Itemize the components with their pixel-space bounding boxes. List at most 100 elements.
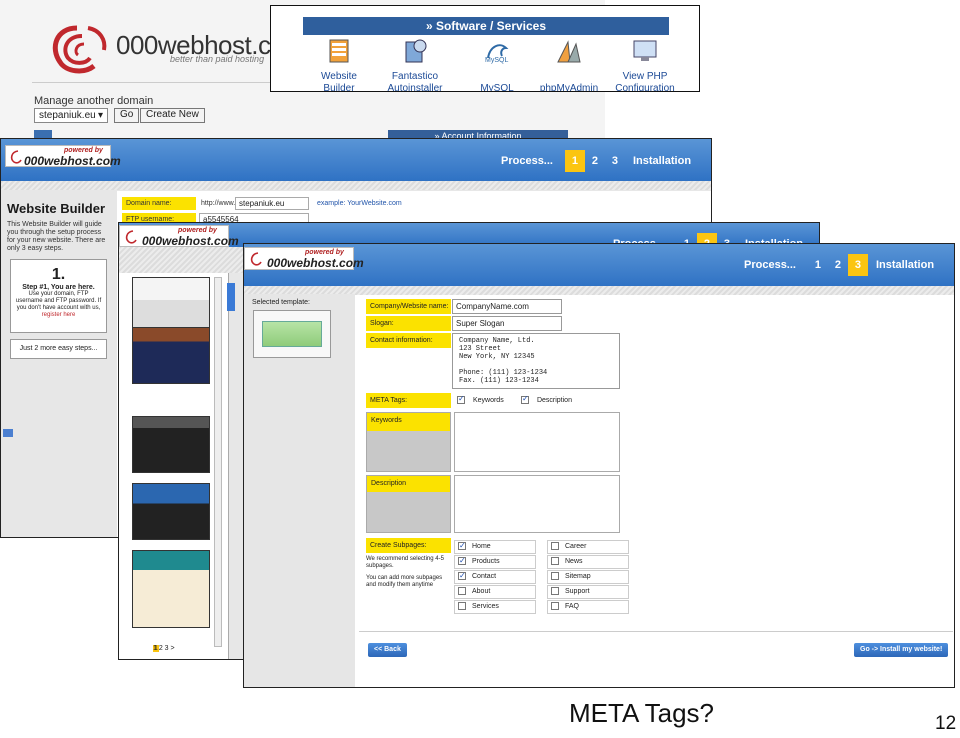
keywords-textarea[interactable] [454,412,620,472]
subpage-checkbox[interactable] [458,570,466,582]
collapse-handle[interactable] [227,283,235,311]
step-2-indicator: 2 [591,155,599,167]
subpage-home[interactable]: Home [454,540,536,554]
domain-prefix: http://www. [201,200,236,207]
company-name-input[interactable]: CompanyName.com [452,299,562,314]
subpage-faq[interactable]: FAQ [547,600,629,614]
php-config-link[interactable]: View PHP Configuration [609,38,681,92]
website-builder-label-1: Website [321,71,357,82]
contact-line: Company Name, Ltd. [459,337,535,345]
mysql-link[interactable]: MySQL MySQL [461,38,533,91]
subpage-label: Support [565,588,590,595]
powered-by-text: powered by [178,227,217,234]
contact-info-label: Contact information: [366,333,451,348]
subpage-contact[interactable]: Contact [454,570,536,584]
domain-name-label: Domain name: [122,197,196,210]
contact-line: Fax. (111) 123-1234 [459,377,539,385]
fantastico-link[interactable]: Fantastico Autoinstaller [379,38,451,92]
template-thumbnail[interactable] [132,327,210,384]
divider [359,631,953,632]
subpage-checkbox[interactable] [458,555,466,567]
subpage-checkbox[interactable] [551,557,559,566]
domain-example: example: YourWebsite.com [317,200,402,207]
mysql-icon: MySQL [485,44,508,64]
domain-select[interactable]: stepaniuk.eu ▾ [34,108,108,123]
slogan-input[interactable]: Super Slogan [452,316,562,331]
create-subpages-label: Create Subpages: [366,538,451,553]
software-services-heading: » Software / Services [303,17,669,35]
subpage-support[interactable]: Support [547,585,629,599]
subpage-checkbox[interactable] [551,602,559,611]
subpage-checkbox[interactable] [551,572,559,581]
template-list-scrollbar[interactable] [214,277,222,647]
meta-keywords-option[interactable]: Keywords [457,394,504,404]
meta-description-option[interactable]: Description [521,394,572,404]
contact-line: 123 Street [459,345,502,353]
meta-keywords-checkbox[interactable] [457,394,465,404]
subpage-checkbox[interactable] [458,602,466,611]
fantastico-label-1: Fantastico [391,71,439,82]
subpage-about[interactable]: About [454,585,536,599]
subpage-career[interactable]: Career [547,540,629,554]
chevron-down-icon: ▾ [97,110,103,121]
step-3-indicator: 3 [847,254,868,276]
meta-description-checkbox[interactable] [521,394,529,404]
builder-title: Website Builder [7,201,106,216]
register-link[interactable]: register here [11,312,106,318]
description-label: Description [367,476,450,492]
description-label-box: Description [366,475,451,533]
process-label: Process... [744,259,796,271]
subpage-label: About [472,588,491,595]
php-config-icon [633,40,657,61]
subpage-checkbox[interactable] [551,542,559,551]
phpmyadmin-icon [557,40,581,63]
subpage-label: FAQ [565,603,580,610]
selected-template-label: Selected template: [252,299,310,306]
template-thumbnail[interactable] [132,550,210,628]
slide-page-number: 12 [935,713,957,734]
step-title: Step #1, You are here. [22,284,95,291]
meta-tags-label: META Tags: [366,393,451,408]
contact-info-textarea[interactable]: Company Name, Ltd. 123 Street New York, … [452,333,620,389]
fantastico-label-2: Autoinstaller [387,83,443,92]
contact-line: New York, NY 12345 [459,353,535,361]
subpages-note-2: You can add more subpages and modify the… [366,575,443,588]
phpmyadmin-link[interactable]: phpMyAdmin [533,38,605,91]
slide-caption: META Tags? [569,698,714,728]
svg-text:MySQL: MySQL [485,57,508,64]
contact-line: Phone: (111) 123-1234 [459,369,548,377]
php-config-label-2: Configuration [615,83,675,92]
subpage-checkbox[interactable] [551,587,559,596]
subpage-label: News [565,558,583,565]
template-thumbnail[interactable] [132,483,210,540]
subpage-services[interactable]: Services [454,600,536,614]
subpages-note-1: We recommend selecting 4-5 subpages. [366,556,444,569]
template-thumbnail[interactable] [132,416,210,473]
back-button[interactable]: << Back [368,643,407,657]
description-textarea[interactable] [454,475,620,533]
domain-name-input[interactable]: stepaniuk.eu [235,197,309,210]
subpage-sitemap[interactable]: Sitemap [547,570,629,584]
subpage-products[interactable]: Products [454,555,536,569]
go-button[interactable]: Go [114,108,140,123]
logo-text: 000webhost.com [24,154,121,168]
installation-label: Installation [632,155,692,167]
template-pager-links[interactable]: 1 2 3 > [153,645,175,652]
website-builder-link[interactable]: Website Builder [303,38,375,91]
installation-step3-window: powered by 000webhost.com Process... 1 2… [243,243,955,688]
subpage-news[interactable]: News [547,555,629,569]
create-new-button[interactable]: Create New [140,108,205,123]
fantastico-icon [405,39,427,63]
template-preview-image [262,321,322,347]
powered-by-text: powered by [64,147,103,154]
subpage-checkbox[interactable] [458,587,466,596]
template-thumbnail[interactable] [132,277,210,334]
step-1-indicator: 1 [814,259,822,271]
install-website-button[interactable]: Go -> Install my website! [854,643,949,657]
install-logo: powered by 000webhost.com [244,247,364,270]
logo-text: 000webhost.com [267,256,364,270]
swirl-logo-icon [250,252,262,266]
subpage-checkbox[interactable] [458,540,466,552]
step-1-indicator: 1 [564,150,585,172]
template-list[interactable]: 1 1 2 3 > [119,273,229,659]
